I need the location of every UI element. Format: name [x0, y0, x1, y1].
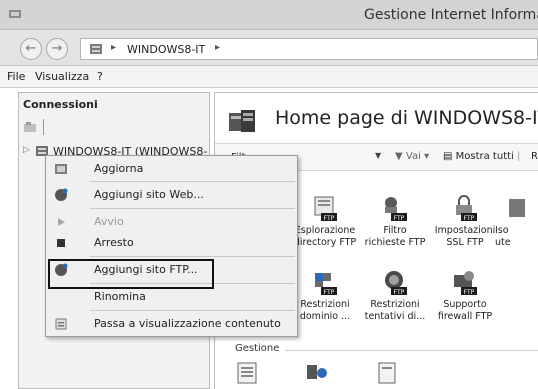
connections-header: Connessioni: [23, 98, 98, 111]
feature-label-line1: Supporto: [443, 299, 487, 310]
menu-separator: [90, 256, 295, 257]
feature-label-line1: Impostazioni: [434, 225, 496, 236]
svg-text:FTP: FTP: [464, 289, 475, 296]
feature-label-line2: SSL FTP: [446, 237, 484, 248]
feature-label-line1: Restrizioni: [370, 299, 420, 310]
go-button[interactable]: ▼ Vai ▾: [395, 151, 429, 162]
window-title: Gestione Internet Informati: [364, 7, 538, 23]
arrow-right-icon: →: [51, 41, 63, 56]
address-bar: ← → ▸ WINDOWS8-IT ▸: [0, 30, 538, 66]
stop-icon: [57, 239, 65, 247]
add-website-icon: [55, 188, 68, 201]
ftp-logon-attempt-restrictions-icon: FTP: [385, 271, 407, 296]
svg-text:FTP: FTP: [324, 215, 335, 222]
show-all-button[interactable]: ▤ Mostra tutti |: [443, 151, 520, 162]
group-header-management: Gestione: [235, 343, 280, 354]
feature-label-line2: tentativi di...: [364, 311, 426, 322]
svg-text:FTP: FTP: [394, 215, 405, 222]
breadcrumb-separator-icon: ▸: [111, 42, 117, 53]
connect-icon[interactable]: [23, 121, 37, 133]
menu-item-label: Aggiungi sito Web...: [94, 188, 204, 201]
highlight-box: [48, 259, 214, 289]
menu-help[interactable]: ?: [97, 70, 103, 83]
menu-item-add-website[interactable]: Aggiungi sito Web...: [46, 185, 297, 205]
ftp-directory-browsing-icon: FTP: [314, 196, 337, 222]
funnel-icon: ▼: [395, 151, 403, 162]
iis-server-icon: [229, 110, 255, 132]
menu-separator: [90, 310, 295, 311]
feature-ftp-ssl-settings[interactable]: FTP Impostazioni SSL FTP: [425, 195, 505, 249]
chevron-down-icon: ▾: [424, 151, 430, 162]
toolbar-divider: |: [517, 151, 521, 162]
iis-app-icon: [9, 10, 21, 18]
feature-label-line2: ute: [495, 237, 511, 248]
menu-bar: File Visualizza ?: [0, 66, 538, 88]
menu-item-label: Passa a visualizzazione contenuto: [94, 317, 281, 330]
menu-file[interactable]: File: [7, 70, 25, 83]
menu-item-refresh[interactable]: Aggiorna: [46, 159, 297, 179]
menu-item-label: Arresto: [94, 236, 134, 249]
menu-item-label: Aggiorna: [94, 162, 144, 175]
context-menu: Aggiorna Aggiungi sito Web... Avvio Arre…: [45, 155, 298, 337]
ftp-ssl-settings-icon: FTP: [456, 195, 477, 222]
ftp-request-filtering-icon: FTP: [385, 197, 407, 222]
feature-label-line2: firewall FTP: [437, 311, 493, 322]
menu-item-label: Rinomina: [94, 290, 146, 303]
feature-ftp-user-isolation[interactable]: Iso ute: [495, 195, 538, 249]
chevron-down-icon[interactable]: ▼: [375, 151, 381, 160]
ftp-ip-restrictions-icon: FTP: [315, 273, 337, 296]
svg-text:FTP: FTP: [464, 215, 475, 222]
group-by-button[interactable]: R: [531, 151, 538, 162]
shared-configuration-icon[interactable]: [375, 361, 399, 385]
configuration-editor-icon[interactable]: [235, 361, 259, 385]
menu-separator: [90, 181, 295, 182]
svg-text:FTP: FTP: [324, 289, 335, 296]
toolbar-divider: [43, 119, 44, 135]
breadcrumb-server[interactable]: WINDOWS8-IT: [127, 43, 205, 56]
arrow-left-icon: ←: [25, 41, 37, 56]
ftp-user-isolation-icon: [509, 199, 525, 217]
menu-item-label: Avvio: [94, 215, 124, 228]
feature-ftp-firewall-support[interactable]: FTP Supporto firewall FTP: [425, 269, 505, 323]
svg-text:FTP: FTP: [394, 289, 405, 296]
show-all-label: Mostra tutti: [455, 151, 514, 162]
menu-item-switch-content-view[interactable]: Passa a visualizzazione contenuto: [46, 314, 297, 334]
show-all-icon: ▤: [443, 151, 453, 162]
menu-item-stop[interactable]: Arresto: [46, 233, 297, 253]
back-button[interactable]: ←: [20, 38, 42, 60]
address-field[interactable]: ▸ WINDOWS8-IT ▸: [80, 38, 538, 60]
feature-label-line1: Filtro: [383, 225, 407, 236]
group-divider: [285, 350, 538, 351]
feature-label-line2: richieste FTP: [364, 237, 426, 248]
feature-delegation-icon[interactable]: [305, 361, 329, 385]
forward-button[interactable]: →: [46, 38, 68, 60]
menu-view[interactable]: Visualizza: [35, 70, 89, 83]
go-label: Vai: [405, 151, 421, 162]
server-icon: [90, 44, 102, 54]
feature-ftp-logon-attempt-restrictions[interactable]: FTP Restrizioni tentativi di...: [355, 269, 435, 323]
page-title: Home page di WINDOWS8-IT: [275, 107, 538, 129]
refresh-icon: [55, 164, 67, 174]
title-bar: Gestione Internet Informati: [0, 0, 538, 30]
expand-arrow-icon[interactable]: ▷: [23, 145, 30, 155]
ftp-firewall-support-icon: FTP: [454, 271, 477, 296]
breadcrumb-separator-icon: ▸: [215, 42, 221, 53]
start-icon: [58, 218, 65, 226]
menu-item-start: Avvio: [46, 212, 297, 232]
feature-ftp-request-filtering[interactable]: FTP Filtro richieste FTP: [355, 195, 435, 249]
feature-label-line1: Iso: [495, 225, 509, 236]
menu-item-rename[interactable]: Rinomina: [46, 287, 297, 307]
content-view-icon: [55, 318, 67, 330]
menu-separator: [90, 208, 295, 209]
